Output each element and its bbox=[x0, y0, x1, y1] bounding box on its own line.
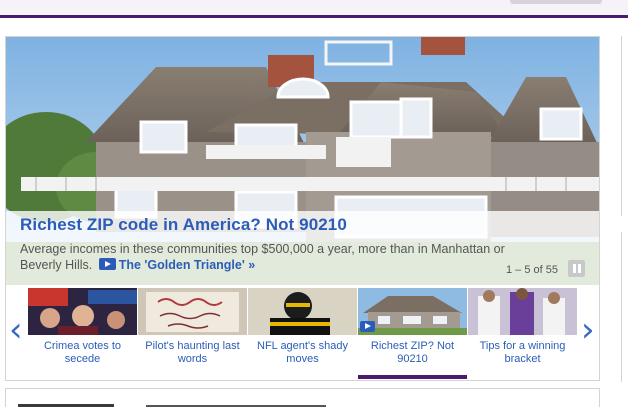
header-underline bbox=[0, 15, 628, 18]
right-rail-panel bbox=[621, 36, 628, 216]
basketball-players-photo bbox=[468, 288, 577, 335]
thumbnail-item[interactable]: Tips for a winning bracket bbox=[468, 288, 577, 379]
thumbnail-image bbox=[28, 288, 137, 335]
active-indicator bbox=[358, 375, 467, 379]
chevron-right-icon[interactable]: › bbox=[581, 313, 595, 347]
thumbnail-image bbox=[468, 288, 577, 335]
news-slideshow: Richest ZIP code in America? Not 90210 A… bbox=[5, 36, 600, 381]
thumbnail-strip: ‹ Crimea votes to secede Pilot's hauntin… bbox=[6, 285, 599, 380]
thumbnail-label: Crimea votes to secede bbox=[43, 340, 122, 365]
slide-headline-link[interactable]: Richest ZIP code in America? Not 90210 bbox=[20, 215, 585, 235]
thumbnail-item-active[interactable]: Richest ZIP? Not 90210 bbox=[358, 288, 467, 379]
thumbnail-image bbox=[248, 288, 357, 335]
handwritten-sign-photo bbox=[138, 288, 247, 335]
slide-summary-text: Average incomes in these communities top… bbox=[20, 242, 505, 272]
thumbnail-image bbox=[138, 288, 247, 335]
thumbnail-image bbox=[358, 288, 467, 335]
right-rail-panel bbox=[621, 232, 628, 382]
slide-caption: Richest ZIP code in America? Not 90210 A… bbox=[6, 211, 599, 285]
thumbnail-item[interactable]: Crimea votes to secede bbox=[28, 288, 137, 379]
slide-counter: 1 – 5 of 55 bbox=[506, 264, 558, 276]
thumbnail-label: Richest ZIP? Not 90210 bbox=[370, 340, 455, 365]
thumbnail-item[interactable]: Pilot's haunting last words bbox=[138, 288, 247, 379]
header-tab[interactable] bbox=[510, 0, 602, 4]
hero-image[interactable]: Richest ZIP code in America? Not 90210 A… bbox=[6, 37, 599, 285]
chevron-left-icon[interactable]: ‹ bbox=[9, 313, 23, 347]
play-icon[interactable] bbox=[98, 258, 116, 270]
next-module bbox=[5, 388, 600, 407]
top-header-bar bbox=[0, 0, 628, 18]
thumbnail-item[interactable]: NFL agent's shady moves bbox=[248, 288, 357, 379]
football-player-photo bbox=[248, 288, 357, 335]
thumbnail-label: NFL agent's shady moves bbox=[257, 340, 348, 365]
pause-icon[interactable] bbox=[568, 260, 585, 277]
thumbnail-label: Tips for a winning bracket bbox=[479, 340, 566, 365]
thumbnail-label: Pilot's haunting last words bbox=[145, 340, 240, 365]
play-icon bbox=[360, 321, 375, 332]
crowd-with-flags-photo bbox=[28, 288, 137, 335]
video-link[interactable]: The 'Golden Triangle' » bbox=[119, 258, 256, 272]
slide-summary: Average incomes in these communities top… bbox=[20, 241, 520, 273]
